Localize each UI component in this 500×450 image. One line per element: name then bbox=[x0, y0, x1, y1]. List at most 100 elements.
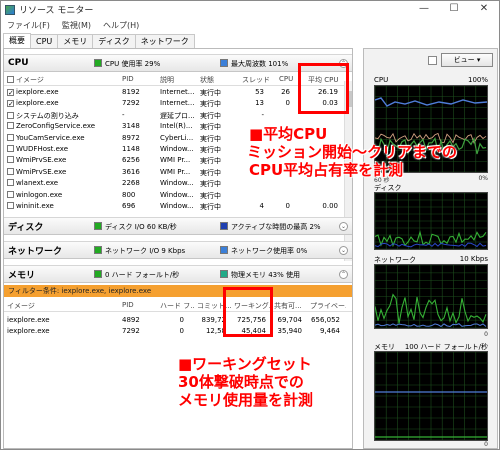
table-row[interactable]: wlanext.exe 2268 Window... 実行中 bbox=[4, 178, 344, 188]
cpu-cell-pid: - bbox=[122, 110, 125, 119]
window-controls: — ☐ ✕ bbox=[409, 1, 499, 18]
disk-section-title: ディスク bbox=[8, 222, 44, 233]
network-io-text: ネットワーク I/O 9 Kbps bbox=[105, 247, 186, 255]
cpu-header-cpu[interactable]: CPU bbox=[279, 75, 293, 83]
memory-graph bbox=[374, 351, 488, 441]
minimize-button[interactable]: — bbox=[409, 1, 439, 18]
cpu-cell-pid: 3148 bbox=[122, 122, 140, 131]
table-row[interactable]: iexplore.exe 7292 0 12,58 45,404 35,940 9,464 bbox=[4, 326, 344, 336]
row-checkbox[interactable] bbox=[7, 145, 14, 152]
cpu-cell-pid: 1148 bbox=[122, 145, 140, 153]
mem-cell-hard: 0 bbox=[179, 327, 184, 335]
expand-icon[interactable] bbox=[428, 55, 437, 65]
memory-section-header[interactable]: メモリ 0 ハード フォールト/秒 物理メモリ 43% 使用 ⌃ bbox=[4, 265, 352, 283]
avg-cpu-highlight-box bbox=[298, 63, 349, 114]
row-checkbox[interactable] bbox=[7, 100, 14, 108]
cpu-cell-state: 実行中 bbox=[200, 191, 221, 200]
cpu-cell-name: iexplore.exe bbox=[7, 99, 119, 108]
menu-file[interactable]: ファイル(F) bbox=[1, 20, 56, 31]
expand-chevron-icon[interactable]: ⌄ bbox=[339, 222, 348, 231]
mem-header-private[interactable]: プライベー... bbox=[310, 301, 346, 311]
cpu-cell-pid: 8192 bbox=[122, 88, 140, 96]
cpu-usage-summary: CPU 使用率 29% bbox=[94, 59, 160, 69]
cpu-cell-pid: 696 bbox=[122, 202, 136, 210]
cpu-cell-name: ZeroConfigService.exe bbox=[7, 122, 119, 130]
working-set-highlight-box bbox=[223, 287, 273, 337]
close-button[interactable]: ✕ bbox=[469, 1, 499, 18]
cpu-header-pid[interactable]: PID bbox=[122, 75, 134, 83]
memory-annotation-line-3: メモリ使用量を計測 bbox=[178, 391, 314, 409]
cpu-cell-desc: Window... bbox=[160, 190, 194, 199]
collapse-chevron-icon[interactable]: ⌃ bbox=[339, 270, 348, 279]
cpu-cell-pid: 800 bbox=[122, 190, 136, 199]
cpu-cell-desc: Window... bbox=[160, 145, 194, 153]
row-checkbox[interactable] bbox=[7, 89, 14, 96]
cpu-header-threads[interactable]: スレッド bbox=[242, 75, 270, 85]
mem-header-shareable[interactable]: 共有可... bbox=[274, 301, 308, 311]
row-checkbox[interactable] bbox=[7, 156, 14, 164]
table-row[interactable]: iexplore.exe 4892 0 839,72 725,756 69,704 656,… bbox=[4, 315, 344, 325]
tab-disk[interactable]: ディスク bbox=[92, 34, 136, 48]
cpu-cell-state: 実行中 bbox=[200, 168, 221, 177]
mem-cell-share: 35,940 bbox=[277, 327, 303, 335]
memory-section-title: メモリ bbox=[8, 270, 36, 281]
graph-panel: ビュー ▾ CPU 100% 60 秒 0% ディスク ネットワーク 10 Kbps … bbox=[363, 48, 498, 449]
menu-monitor[interactable]: 監視(M) bbox=[56, 20, 97, 31]
disk-io-text: ディスク I/O 60 KB/秒 bbox=[105, 223, 177, 231]
cpu-freq-text: 最大周波数 101% bbox=[231, 60, 289, 68]
tab-network[interactable]: ネットワーク bbox=[134, 34, 195, 48]
select-all-checkbox[interactable] bbox=[7, 76, 14, 83]
disk-active-swatch-icon bbox=[220, 222, 228, 230]
row-checkbox[interactable] bbox=[7, 122, 14, 130]
mem-header-hard-fault[interactable]: ハード フ... bbox=[160, 301, 194, 311]
table-row[interactable]: winlogon.exe 800 Window... 実行中 bbox=[4, 190, 344, 200]
row-checkbox[interactable] bbox=[7, 190, 14, 198]
tab-cpu[interactable]: CPU bbox=[30, 34, 59, 48]
disk-section-header[interactable]: ディスク ディスク I/O 60 KB/秒 アクティブな時間の最高 2% ⌄ bbox=[4, 217, 352, 235]
network-section-header[interactable]: ネットワーク ネットワーク I/O 9 Kbps ネットワーク使用率 0% ⌄ bbox=[4, 241, 352, 259]
cpu-freq-summary: 最大周波数 101% bbox=[220, 59, 288, 69]
cpu-cell-name: システムの割り込み bbox=[7, 111, 119, 121]
menu-help[interactable]: ヘルプ(H) bbox=[97, 20, 145, 31]
table-row[interactable]: wininit.exe 696 Window... 実行中 4 0 0.00 bbox=[4, 201, 344, 211]
network-section-title: ネットワーク bbox=[8, 246, 63, 257]
disk-io-summary: ディスク I/O 60 KB/秒 bbox=[94, 222, 177, 232]
cpu-cell-pid: 2268 bbox=[122, 179, 140, 188]
table-row[interactable]: iexplore.exe7292Internet...実行中1300.03 bbox=[4, 98, 344, 108]
row-checkbox[interactable] bbox=[7, 202, 14, 209]
mem-cell-share: 69,704 bbox=[277, 316, 303, 324]
cpu-cell-state: 実行中 bbox=[200, 157, 221, 166]
mem-cell-private: 656,052 bbox=[311, 316, 340, 324]
view-dropdown[interactable]: ビュー ▾ bbox=[441, 53, 493, 67]
mem-cell-commit: 12,58 bbox=[205, 327, 226, 335]
row-checkbox[interactable] bbox=[7, 133, 14, 141]
cpu-annotation-line-2: ミッション開始～クリアまでの bbox=[247, 143, 458, 161]
mem-header-image[interactable]: イメージ bbox=[7, 301, 35, 311]
expand-chevron-icon[interactable]: ⌄ bbox=[339, 246, 348, 255]
table-row[interactable]: iexplore.exe8192Internet...実行中532626.19 bbox=[4, 87, 344, 97]
resource-monitor-window: リソース モニター — ☐ ✕ ファイル(F) 監視(M) ヘルプ(H) 概要 … bbox=[0, 0, 500, 450]
cpu-cell-cpu: 0 bbox=[285, 99, 290, 108]
memory-fault-swatch-icon bbox=[94, 270, 102, 278]
tab-memory[interactable]: メモリ bbox=[57, 34, 94, 48]
mem-header-pid[interactable]: PID bbox=[122, 301, 134, 309]
cpu-header-desc[interactable]: 説明 bbox=[160, 75, 174, 85]
row-checkbox[interactable] bbox=[7, 179, 14, 187]
tab-overview[interactable]: 概要 bbox=[3, 33, 31, 48]
network-io-swatch-icon bbox=[94, 246, 102, 254]
cpu-cell-name: wlanext.exe bbox=[7, 179, 119, 187]
row-checkbox[interactable] bbox=[7, 167, 14, 175]
cpu-freq-swatch-icon bbox=[220, 59, 228, 67]
cpu-header-state[interactable]: 状態 bbox=[200, 75, 214, 85]
cpu-cell-state: 実行中 bbox=[200, 111, 221, 120]
row-checkbox[interactable] bbox=[7, 111, 14, 119]
mem-cell-name: iexplore.exe bbox=[7, 316, 50, 324]
mem-cell-name: iexplore.exe bbox=[7, 327, 50, 335]
cpu-header-image[interactable]: イメージ bbox=[7, 75, 44, 85]
cpu-cell-name: winlogon.exe bbox=[7, 190, 119, 199]
memory-annotation-line-1: ■ワーキングセット bbox=[178, 355, 312, 373]
maximize-button[interactable]: ☐ bbox=[439, 1, 469, 18]
table-row[interactable]: システムの割り込み - 遅延プロ... 実行中 - bbox=[4, 110, 344, 120]
cpu-cell-name: WUDFHost.exe bbox=[7, 145, 119, 153]
title-bar: リソース モニター — ☐ ✕ bbox=[1, 1, 499, 18]
